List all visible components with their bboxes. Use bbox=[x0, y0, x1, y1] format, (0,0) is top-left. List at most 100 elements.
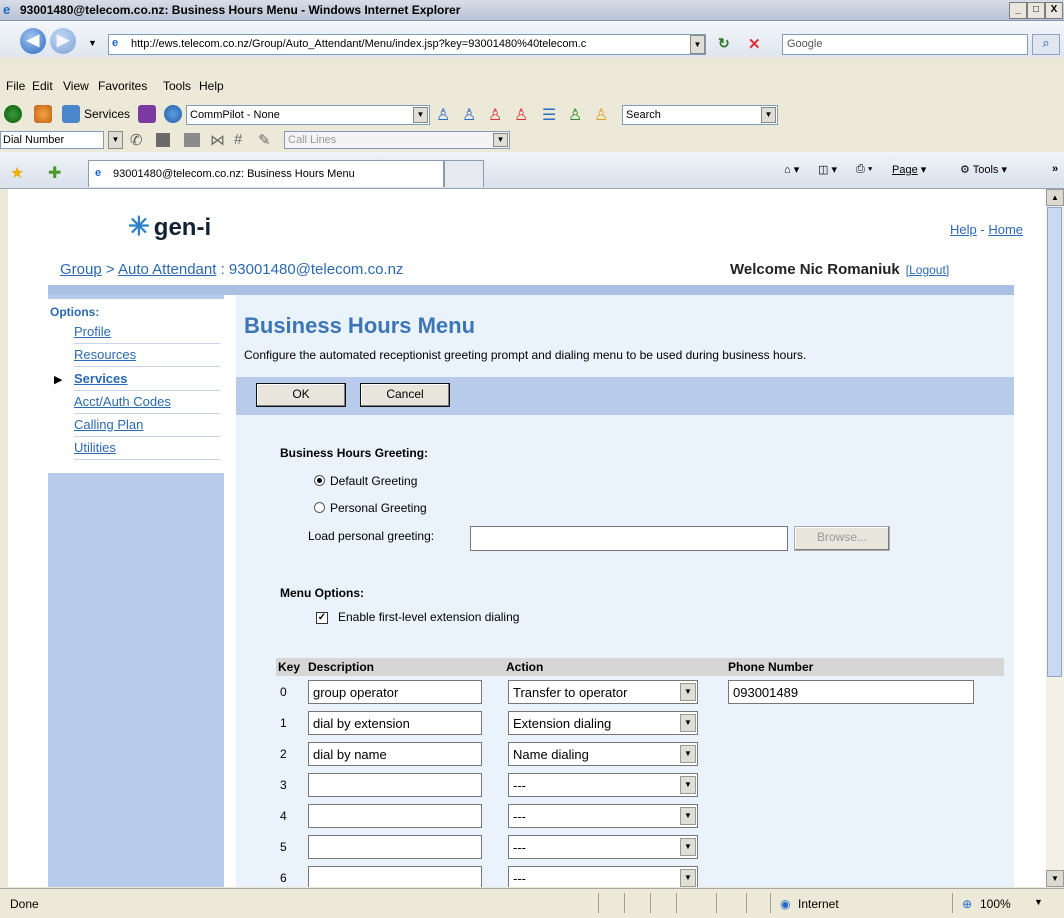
call-lines-select[interactable]: Call Lines ▼ bbox=[284, 131, 510, 149]
breadcrumb-group[interactable]: Group bbox=[60, 261, 102, 278]
page-menu-label: Page bbox=[892, 164, 918, 176]
address-dropdown-icon[interactable]: ▼ bbox=[690, 35, 705, 54]
dial-dropdown-icon[interactable]: ▼ bbox=[108, 131, 123, 149]
refresh-icon[interactable]: ↻ bbox=[718, 35, 730, 52]
minimize-button[interactable]: _ bbox=[1009, 2, 1027, 19]
page-menu[interactable]: Page ▾ bbox=[892, 163, 926, 176]
menu-file[interactable]: File bbox=[6, 79, 25, 93]
transfer-icon[interactable] bbox=[184, 133, 200, 147]
phone-icon[interactable]: ✆ bbox=[130, 131, 143, 149]
user-busy-icon[interactable]: ♙ bbox=[514, 105, 534, 124]
logout-link[interactable]: [Logout] bbox=[906, 263, 949, 277]
enable-extension-checkbox[interactable]: ✓ bbox=[316, 612, 328, 624]
feeds-icon[interactable]: ◫ ▾ bbox=[818, 163, 837, 176]
keypad-icon[interactable]: # bbox=[234, 131, 242, 148]
action-select[interactable]: Name dialing ▼ bbox=[508, 742, 698, 766]
sidebar-item-resources[interactable]: Resources bbox=[74, 346, 220, 367]
sidebar-item-acct-auth-codes[interactable]: Acct/Auth Codes bbox=[74, 393, 220, 414]
search-go-icon[interactable]: ⌕ bbox=[1032, 34, 1060, 55]
description-input[interactable]: group operator bbox=[308, 680, 482, 704]
header-link-separator: - bbox=[980, 222, 985, 237]
print-icon[interactable]: ⎙ ▾ bbox=[856, 163, 872, 176]
ok-button[interactable]: OK bbox=[256, 383, 346, 407]
address-input[interactable]: e http://ews.telecom.co.nz/Group/Auto_At… bbox=[108, 34, 706, 55]
sidebar-item-services[interactable]: Services bbox=[74, 370, 220, 391]
notes-icon[interactable]: ☰ bbox=[542, 105, 562, 124]
scroll-thumb[interactable] bbox=[1047, 207, 1062, 677]
help-link[interactable]: Help bbox=[950, 222, 977, 237]
action-select[interactable]: Transfer to operator ▼ bbox=[508, 680, 698, 704]
power-icon[interactable] bbox=[4, 105, 22, 123]
description-input[interactable] bbox=[308, 835, 482, 859]
action-select[interactable]: --- ▼ bbox=[508, 835, 698, 859]
chevron-down-icon: ▼ bbox=[680, 807, 696, 825]
sidebar-item-utilities[interactable]: Utilities bbox=[74, 439, 220, 460]
commpilot-select[interactable]: CommPilot - None ▼ bbox=[186, 105, 430, 125]
vertical-scrollbar[interactable]: ▲ ▼ bbox=[1046, 189, 1064, 887]
cancel-button[interactable]: Cancel bbox=[360, 383, 450, 407]
dial-number-input[interactable]: Dial Number bbox=[0, 131, 104, 149]
row-key: 6 bbox=[280, 871, 287, 885]
default-greeting-radio[interactable] bbox=[314, 475, 325, 486]
load-greeting-input[interactable] bbox=[470, 526, 788, 551]
add-favorite-icon[interactable]: ✚ bbox=[48, 163, 61, 183]
stop-icon[interactable]: ✕ bbox=[748, 35, 761, 53]
conference-icon[interactable]: ⋈ bbox=[210, 131, 225, 149]
pickup-icon[interactable]: ✎ bbox=[258, 131, 271, 149]
back-button[interactable]: ◀ bbox=[20, 28, 46, 54]
forward-button[interactable]: ▶ bbox=[50, 28, 76, 54]
breadcrumb-auto-attendant[interactable]: Auto Attendant bbox=[118, 261, 216, 278]
description-input[interactable]: dial by name bbox=[308, 742, 482, 766]
settings-icon[interactable] bbox=[34, 105, 52, 123]
user-blue-icon[interactable]: ♙ bbox=[436, 105, 456, 124]
breadcrumb-separator: > bbox=[105, 261, 115, 278]
scroll-up-icon[interactable]: ▲ bbox=[1046, 189, 1064, 206]
sidebar-item-profile[interactable]: Profile bbox=[74, 323, 220, 344]
home-icon[interactable]: ⌂ ▾ bbox=[784, 163, 799, 176]
zoom-level[interactable]: 100% bbox=[980, 897, 1011, 911]
user-add-icon[interactable]: ♙ bbox=[462, 105, 482, 124]
maximize-button[interactable]: □ bbox=[1027, 2, 1045, 19]
status-icon[interactable] bbox=[164, 105, 182, 123]
zoom-icon[interactable]: ⊕ bbox=[962, 897, 972, 911]
personal-greeting-radio[interactable] bbox=[314, 502, 325, 513]
chevron-more-icon[interactable]: » bbox=[1052, 163, 1058, 175]
browse-button[interactable]: Browse... bbox=[794, 526, 890, 551]
user-group-icon[interactable]: ♙ bbox=[594, 105, 614, 124]
action-select[interactable]: --- ▼ bbox=[508, 804, 698, 828]
tools-menu[interactable]: ⚙ Tools ▾ bbox=[960, 163, 1007, 176]
action-select[interactable]: Extension dialing ▼ bbox=[508, 711, 698, 735]
hold-icon[interactable] bbox=[156, 133, 170, 147]
description-input[interactable] bbox=[308, 773, 482, 797]
user-red-icon[interactable]: ♙ bbox=[488, 105, 508, 124]
description-input[interactable]: dial by extension bbox=[308, 711, 482, 735]
breadcrumb-colon: : bbox=[220, 261, 225, 278]
description-input[interactable] bbox=[308, 866, 482, 887]
close-button[interactable]: X bbox=[1045, 2, 1063, 19]
scroll-down-icon[interactable]: ▼ bbox=[1046, 870, 1064, 887]
tab-active[interactable]: e 93001480@telecom.co.nz: Business Hours… bbox=[88, 160, 444, 187]
menu-tools[interactable]: Tools bbox=[163, 79, 191, 93]
dial-toolbar: Dial Number ▼ ✆ ⋈ # ✎ Call Lines ▼ bbox=[0, 129, 1064, 151]
action-select[interactable]: --- ▼ bbox=[508, 773, 698, 797]
favorites-star-icon[interactable]: ★ bbox=[10, 163, 24, 183]
toolbar-search-select[interactable]: Search ▼ bbox=[622, 105, 778, 125]
services-label[interactable]: Services bbox=[84, 107, 130, 121]
menu-edit[interactable]: Edit bbox=[32, 79, 53, 93]
zoom-dropdown-icon[interactable]: ▼ bbox=[1034, 897, 1043, 907]
action-select[interactable]: --- ▼ bbox=[508, 866, 698, 887]
sidebar-item-calling-plan[interactable]: Calling Plan bbox=[74, 416, 220, 437]
home-link[interactable]: Home bbox=[988, 222, 1023, 237]
recent-pages-dropdown-icon[interactable]: ▼ bbox=[88, 38, 97, 48]
gen-i-logo: ✳ gen-i bbox=[128, 211, 211, 242]
menu-view[interactable]: View bbox=[63, 79, 89, 93]
services-icon[interactable] bbox=[62, 105, 80, 123]
menu-help[interactable]: Help bbox=[199, 79, 224, 93]
search-input[interactable]: Google bbox=[782, 34, 1028, 55]
user-green-icon[interactable]: ♙ bbox=[568, 105, 588, 124]
directory-icon[interactable] bbox=[138, 105, 156, 123]
description-input[interactable] bbox=[308, 804, 482, 828]
phone-number-input[interactable]: 093001489 bbox=[728, 680, 974, 704]
new-tab-button[interactable] bbox=[444, 160, 484, 187]
menu-favorites[interactable]: Favorites bbox=[98, 79, 147, 93]
